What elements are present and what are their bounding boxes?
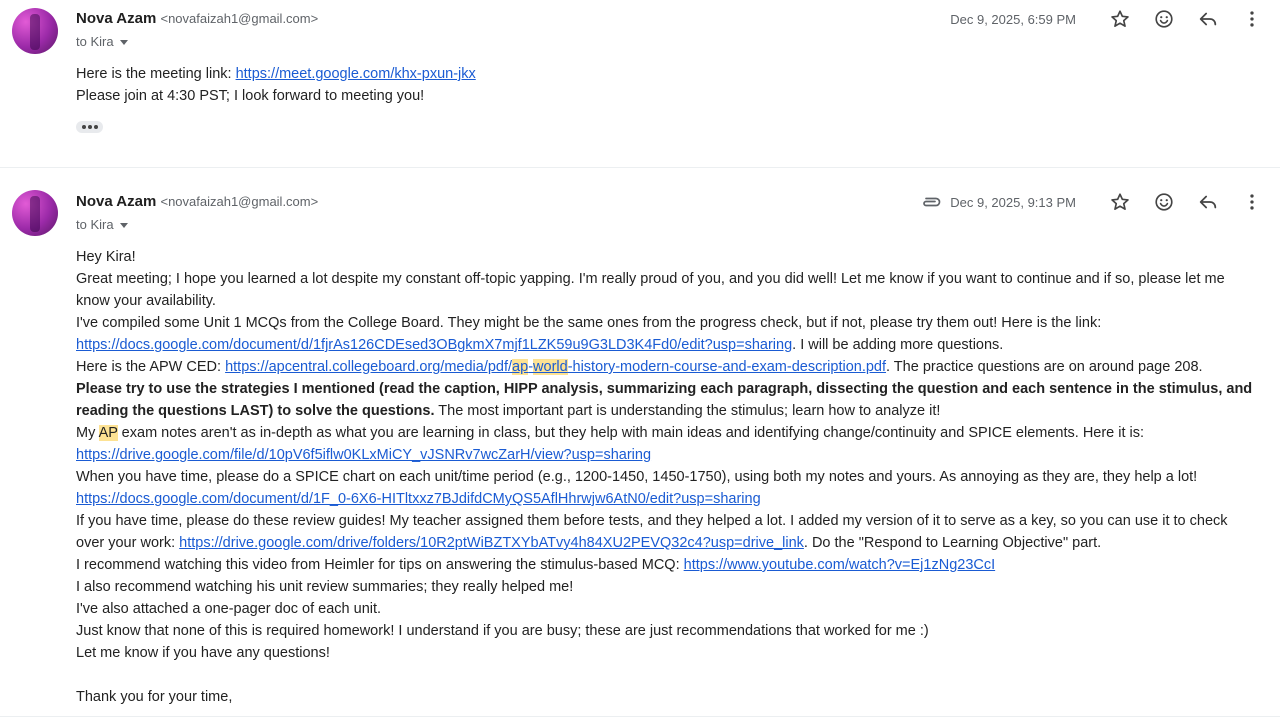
message-body: Here is the meeting link: https://meet.g… (76, 63, 1258, 107)
chevron-down-icon[interactable] (119, 223, 128, 228)
recipient-line[interactable]: to Kira (76, 217, 128, 232)
review-guides-link[interactable]: https://drive.google.com/drive/folders/1… (179, 535, 804, 551)
body-paragraph: I've compiled some Unit 1 MCQs from the … (76, 312, 1258, 356)
closing: Thank you for your time, (76, 689, 233, 705)
link-text: -history-modern-course-and-exam-descript… (567, 359, 887, 375)
sender-email: <novafaizah1@gmail.com> (160, 194, 319, 209)
youtube-link[interactable]: https://www.youtube.com/watch?v=Ej1zNg23… (684, 557, 996, 573)
recipient-label: to Kira (76, 34, 114, 49)
dot (87, 125, 92, 129)
show-trimmed-content-button[interactable] (76, 121, 103, 133)
dot (93, 125, 98, 129)
body-paragraph: When you have time, please do a SPICE ch… (76, 466, 1258, 510)
message-body: Hey Kira! Great meeting; I hope you lear… (76, 246, 1258, 708)
body-paragraph: Let me know if you have any questions! (76, 645, 330, 661)
body-text: I've compiled some Unit 1 MCQs from the … (76, 315, 1102, 331)
reply-icon[interactable] (1196, 7, 1220, 31)
body-paragraph: My AP exam notes aren't as in-depth as w… (76, 422, 1258, 466)
message-meta: Dec 9, 2025, 6:59 PM (950, 7, 1274, 31)
body-paragraph: Just know that none of this is required … (76, 623, 929, 639)
sender-line: Nova Azam <novafaizah1@gmail.com> (76, 10, 318, 27)
body-paragraph: I also recommend watching his unit revie… (76, 579, 574, 595)
message-date: Dec 9, 2025, 9:13 PM (950, 194, 1076, 210)
body-paragraph: Here is the APW CED: https://apcentral.c… (76, 356, 1258, 378)
message-meta: Dec 9, 2025, 9:13 PM (920, 190, 1274, 214)
body-text: . Do the "Respond to Learning Objective"… (803, 535, 1102, 551)
mcq-doc-link[interactable]: https://docs.google.com/document/d/1fjrA… (76, 337, 792, 353)
spice-doc-link[interactable]: https://docs.google.com/document/d/1F_0-… (76, 491, 761, 507)
message-divider (0, 167, 1280, 168)
star-icon[interactable] (1108, 190, 1132, 214)
emoji-icon[interactable] (1152, 7, 1176, 31)
reply-icon[interactable] (1196, 190, 1220, 214)
message-date: Dec 9, 2025, 6:59 PM (950, 11, 1076, 27)
body-paragraph: Great meeting; I hope you learned a lot … (76, 271, 1225, 309)
link-text: https://apcentral.collegeboard.org/media… (225, 359, 513, 375)
more-vert-icon[interactable] (1240, 7, 1264, 31)
dot (81, 125, 86, 129)
body-paragraph: I've also attached a one-pager doc of ea… (76, 601, 382, 617)
body-line: Please join at 4:30 PST; I look forward … (76, 88, 425, 104)
recipient-line[interactable]: to Kira (76, 34, 128, 49)
body-paragraph: If you have time, please do these review… (76, 510, 1258, 554)
body-text: . The practice questions are on around p… (886, 359, 1203, 375)
sender-line: Nova Azam <novafaizah1@gmail.com> (76, 193, 318, 210)
body-paragraph: I recommend watching this video from Hei… (76, 554, 1258, 576)
body-text: The most important part is understanding… (434, 403, 941, 419)
body-text: Here is the meeting link: (76, 66, 236, 82)
search-highlight: ap (512, 359, 529, 375)
search-highlight: AP (98, 425, 118, 441)
sender-avatar[interactable] (12, 190, 58, 236)
body-text: My (76, 425, 99, 441)
body-line: Here is the meeting link: https://meet.g… (76, 63, 1258, 85)
body-text: When you have time, please do a SPICE ch… (76, 469, 1198, 485)
greeting: Hey Kira! (76, 249, 136, 265)
search-highlight: world (533, 359, 568, 375)
star-icon[interactable] (1108, 7, 1132, 31)
sender-avatar[interactable] (12, 8, 58, 54)
ced-pdf-link[interactable]: https://apcentral.collegeboard.org/media… (225, 359, 886, 375)
exam-notes-link[interactable]: https://drive.google.com/file/d/10pV6f5i… (76, 447, 651, 463)
recipient-label: to Kira (76, 217, 114, 232)
body-text: exam notes aren't as in-depth as what yo… (117, 425, 1145, 441)
body-text: Here is the APW CED: (76, 359, 226, 375)
body-paragraph: Please try to use the strategies I menti… (76, 378, 1258, 422)
sender-email: <novafaizah1@gmail.com> (160, 11, 319, 26)
sender-name[interactable]: Nova Azam (76, 10, 156, 27)
sender-name[interactable]: Nova Azam (76, 193, 156, 210)
attachment-icon (920, 195, 942, 209)
bottom-divider (0, 716, 1280, 717)
body-text: . I will be adding more questions. (792, 337, 1004, 353)
emoji-icon[interactable] (1152, 190, 1176, 214)
more-vert-icon[interactable] (1240, 190, 1264, 214)
chevron-down-icon[interactable] (119, 40, 128, 45)
body-text: I recommend watching this video from Hei… (76, 557, 684, 573)
meeting-link[interactable]: https://meet.google.com/khx-pxun-jkx (236, 66, 476, 82)
